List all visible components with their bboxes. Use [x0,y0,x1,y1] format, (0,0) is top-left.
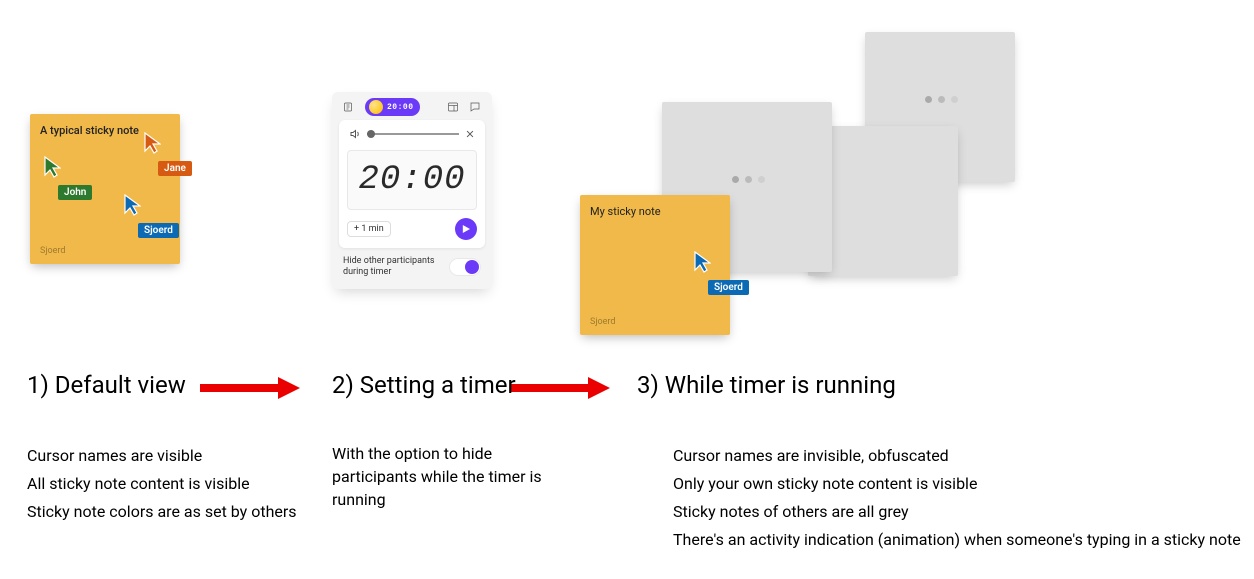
flow-arrow-icon [510,375,610,401]
cursor-label-self: Sjoerd [708,280,749,295]
timer-card: 20:00 + 1 min [339,120,485,248]
play-icon [462,225,470,233]
caption-line: Cursor names are invisible, obfuscated [673,442,1241,470]
timer-display-value: 20:00 [358,161,465,199]
cursor-label-sjoerd: Sjoerd [138,223,179,238]
my-sticky-note: My sticky note Sjoerd Sjoerd [580,195,730,335]
flow-arrow-icon [200,375,300,401]
my-sticky-note-title: My sticky note [590,205,720,218]
step3-heading: 3) While timer is running [637,371,896,399]
hide-participants-row: Hide other participants during timer [339,248,485,279]
cursor-pointer-icon [694,251,711,273]
caption-line: All sticky note content is visible [27,470,297,498]
step1-captions: Cursor names are visible All sticky note… [27,442,297,526]
step1-heading: 1) Default view [27,371,186,399]
typing-indicator-icon [732,176,765,183]
cursor-label-john: John [58,185,92,200]
caption-line: Cursor names are visible [27,442,297,470]
increment-chip[interactable]: + 1 min [347,221,391,237]
cursor-self: Sjoerd [694,251,735,293]
timer-pill-time: 20:00 [387,103,414,112]
sticky-note-author: Sjoerd [40,246,65,256]
volume-icon[interactable] [349,128,361,140]
close-icon[interactable] [465,129,475,139]
timer-pill[interactable]: 20:00 [365,98,420,116]
running-state-stage: My sticky note Sjoerd Sjoerd [580,32,1030,362]
steps-icon[interactable] [343,101,355,113]
hide-participants-label: Hide other participants during timer [343,256,435,279]
timer-pill-avatar-icon [369,100,383,114]
caption-line: Sticky note colors are as set by others [27,498,297,526]
caption-line: There's an activity indication (animatio… [673,526,1241,554]
caption-line: Only your own sticky note content is vis… [673,470,1241,498]
hide-participants-toggle[interactable] [449,258,481,276]
sticky-note-default: A typical sticky note Sjoerd John Jane S… [30,114,180,264]
cursor-john: John [44,156,78,198]
cursor-sjoerd: Sjoerd [124,194,165,236]
volume-slider[interactable] [367,133,459,135]
my-sticky-note-author: Sjoerd [590,317,615,327]
play-button[interactable] [455,218,477,240]
typing-indicator-icon [925,96,958,103]
cursor-pointer-icon [44,156,61,178]
step2-caption: With the option to hide participants whi… [332,442,572,512]
cursor-jane: Jane [144,132,178,174]
step3-captions: Cursor names are invisible, obfuscated O… [673,442,1241,554]
timer-toolbar: 20:00 [339,98,485,120]
timer-display: 20:00 [347,150,477,210]
toggle-knob [465,260,479,274]
caption-line: Sticky notes of others are all grey [673,498,1241,526]
layout-icon[interactable] [447,101,459,113]
cursor-pointer-icon [124,194,141,216]
step2-heading: 2) Setting a timer [332,371,516,399]
timer-panel: 20:00 20:00 + 1 min Hide other participa… [332,92,492,289]
sticky-note-title: A typical sticky note [40,124,170,137]
cursor-label-jane: Jane [158,161,192,176]
comment-icon[interactable] [469,101,481,113]
timer-volume-row [347,128,477,140]
